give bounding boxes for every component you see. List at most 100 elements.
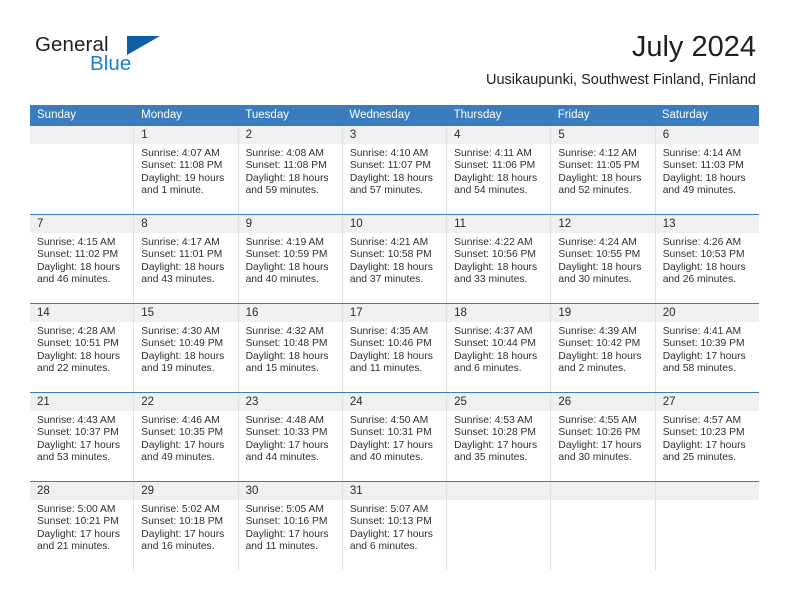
day-number-bar: 6	[655, 126, 759, 144]
sunset-text: Sunset: 11:03 PM	[662, 160, 744, 172]
calendar-day-cell-empty	[447, 482, 552, 570]
calendar-day-cell[interactable]: 5 Sunrise: 4:12 AM Sunset: 11:05 PM Dayligh…	[551, 126, 656, 214]
day-number: 22	[141, 396, 155, 408]
title-block: July 2024 Uusikaupunki, Southwest Finlan…	[486, 30, 756, 90]
sunrise-text: Sunrise: 4:39 AM	[558, 326, 637, 337]
calendar-day-cell[interactable]: 21 Sunrise: 4:43 AM Sunset: 10:37 PM Daylig…	[30, 393, 135, 481]
day-number: 17	[349, 307, 363, 319]
daylight-text: Daylight: 18 hours and 6 minutes.	[454, 350, 538, 375]
calendar-day-cell[interactable]: 29 Sunrise: 5:02 AM Sunset: 10:18 PM Daylig…	[134, 482, 239, 570]
daylight-text: Daylight: 18 hours and 30 minutes.	[558, 261, 642, 286]
day-number-bar: 26	[551, 393, 655, 411]
calendar-day-cell[interactable]: 13 Sunrise: 4:26 AM Sunset: 10:53 PM Daylig…	[655, 215, 759, 303]
calendar-day-cell[interactable]: 31 Sunrise: 5:07 AM Sunset: 10:13 PM Daylig…	[342, 482, 448, 570]
day-info: Sunrise: 4:07 AM Sunset: 11:08 PM Daylight…	[134, 144, 237, 198]
day-number-bar: 4	[447, 126, 551, 144]
day-info: Sunrise: 4:35 AM Sunset: 10:46 PM Daylight…	[343, 322, 446, 376]
sunrise-text: Sunrise: 4:15 AM	[37, 237, 116, 248]
day-number-bar: 13	[655, 215, 759, 233]
sunrise-text: Sunrise: 4:07 AM	[141, 148, 220, 159]
calendar-day-cell[interactable]: 23 Sunrise: 4:48 AM Sunset: 10:33 PM Daylig…	[238, 393, 343, 481]
day-info: Sunrise: 4:17 AM Sunset: 11:01 PM Daylight…	[134, 233, 237, 287]
day-number-bar: 15	[134, 304, 238, 322]
calendar-day-cell[interactable]: 19 Sunrise: 4:39 AM Sunset: 10:42 PM Daylig…	[551, 304, 656, 392]
calendar-day-cell[interactable]: 20 Sunrise: 4:41 AM Sunset: 10:39 PM Daylig…	[655, 304, 759, 392]
calendar-day-cell[interactable]: 22 Sunrise: 4:46 AM Sunset: 10:35 PM Daylig…	[134, 393, 239, 481]
day-number: 24	[349, 396, 363, 408]
day-number-bar: 2	[238, 126, 342, 144]
calendar-day-cell[interactable]: 26 Sunrise: 4:55 AM Sunset: 10:26 PM Daylig…	[551, 393, 656, 481]
page-header: General Blue July 2024 Uusikaupunki, Sou…	[0, 0, 792, 96]
daylight-text: Daylight: 18 hours and 57 minutes.	[349, 172, 433, 197]
calendar-day-cell[interactable]: 14 Sunrise: 4:28 AM Sunset: 10:51 PM Daylig…	[30, 304, 135, 392]
sunrise-text: Sunrise: 4:48 AM	[245, 415, 324, 426]
day-info: Sunrise: 5:02 AM Sunset: 10:18 PM Daylight…	[134, 500, 237, 554]
calendar-day-cell[interactable]: 28 Sunrise: 5:00 AM Sunset: 10:21 PM Daylig…	[30, 482, 135, 570]
day-info: Sunrise: 4:41 AM Sunset: 10:39 PM Daylight…	[656, 322, 759, 376]
day-info: Sunrise: 5:07 AM Sunset: 10:13 PM Daylight…	[343, 500, 446, 554]
day-number-bar: 10	[342, 215, 447, 233]
calendar-day-cell[interactable]: 3 Sunrise: 4:10 AM Sunset: 11:07 PM Dayligh…	[342, 126, 448, 214]
day-number-bar: 19	[551, 304, 655, 322]
day-number-bar: 29	[134, 482, 238, 500]
day-info: Sunrise: 4:32 AM Sunset: 10:48 PM Daylight…	[239, 322, 342, 376]
day-number: 11	[454, 218, 467, 230]
flag-triangle-icon	[127, 36, 160, 55]
sunset-text: Sunset: 10:53 PM	[662, 249, 745, 261]
calendar-day-cell[interactable]: 9 Sunrise: 4:19 AM Sunset: 10:59 PM Dayligh…	[238, 215, 343, 303]
calendar-day-cell[interactable]: 6 Sunrise: 4:14 AM Sunset: 11:03 PM Dayligh…	[655, 126, 759, 214]
day-number: 29	[141, 485, 155, 497]
calendar-day-cell[interactable]: 25 Sunrise: 4:53 AM Sunset: 10:28 PM Daylig…	[447, 393, 552, 481]
day-info: Sunrise: 4:55 AM Sunset: 10:26 PM Daylight…	[551, 411, 654, 465]
day-number-bar: 18	[447, 304, 551, 322]
sunset-text: Sunset: 10:26 PM	[558, 427, 641, 439]
calendar-day-cell[interactable]: 30 Sunrise: 5:05 AM Sunset: 10:16 PM Daylig…	[238, 482, 343, 570]
calendar-day-cell[interactable]: 16 Sunrise: 4:32 AM Sunset: 10:48 PM Daylig…	[238, 304, 343, 392]
sunrise-text: Sunrise: 5:05 AM	[245, 504, 324, 515]
sunset-text: Sunset: 10:28 PM	[454, 427, 536, 439]
calendar-day-cell[interactable]: 8 Sunrise: 4:17 AM Sunset: 11:01 PM Dayligh…	[134, 215, 239, 303]
calendar-day-cell[interactable]: 2 Sunrise: 4:08 AM Sunset: 11:08 PM Dayligh…	[238, 126, 343, 214]
sunrise-text: Sunrise: 5:02 AM	[141, 504, 220, 515]
calendar-day-cell[interactable]: 15 Sunrise: 4:30 AM Sunset: 10:49 PM Daylig…	[134, 304, 239, 392]
calendar-day-cell[interactable]: 11 Sunrise: 4:22 AM Sunset: 10:56 PM Daylig…	[447, 215, 552, 303]
calendar-day-cell[interactable]: 18 Sunrise: 4:37 AM Sunset: 10:44 PM Daylig…	[447, 304, 552, 392]
calendar-day-cell[interactable]: 7 Sunrise: 4:15 AM Sunset: 11:02 PM Dayligh…	[30, 215, 135, 303]
daylight-text: Daylight: 17 hours and 53 minutes.	[37, 439, 120, 464]
daylight-text: Daylight: 18 hours and 37 minutes.	[349, 261, 433, 286]
day-info: Sunrise: 4:37 AM Sunset: 10:44 PM Daylight…	[447, 322, 550, 376]
calendar-day-cell[interactable]: 4 Sunrise: 4:11 AM Sunset: 11:06 PM Dayligh…	[447, 126, 552, 214]
calendar-day-cell[interactable]: 12 Sunrise: 4:24 AM Sunset: 10:55 PM Daylig…	[551, 215, 656, 303]
calendar-week-row: 1 Sunrise: 4:07 AM Sunset: 11:08 PM Dayligh…	[30, 126, 759, 214]
calendar-day-cell[interactable]: 17 Sunrise: 4:35 AM Sunset: 10:46 PM Daylig…	[342, 304, 448, 392]
day-number-bar: 5	[551, 126, 655, 144]
day-number: 3	[349, 129, 357, 141]
dow-thursday: Thursday	[453, 109, 502, 121]
day-info: Sunrise: 4:11 AM Sunset: 11:06 PM Daylight…	[447, 144, 550, 198]
sunset-text: Sunset: 11:06 PM	[454, 160, 536, 172]
day-number: 20	[662, 307, 676, 319]
sunset-text: Sunset: 10:46 PM	[349, 338, 432, 350]
daylight-text: Daylight: 17 hours and 40 minutes.	[349, 439, 433, 464]
sunrise-text: Sunrise: 4:37 AM	[454, 326, 533, 337]
sunrise-text: Sunrise: 4:19 AM	[245, 237, 324, 248]
sunset-text: Sunset: 10:23 PM	[662, 427, 745, 439]
calendar-day-cell[interactable]: 10 Sunrise: 4:21 AM Sunset: 10:58 PM Daylig…	[342, 215, 448, 303]
daylight-text: Daylight: 17 hours and 16 minutes.	[141, 528, 225, 553]
sunrise-text: Sunrise: 4:26 AM	[662, 237, 742, 248]
day-number-bar	[30, 126, 134, 144]
day-info: Sunrise: 4:26 AM Sunset: 10:53 PM Daylight…	[656, 233, 759, 287]
day-number: 31	[349, 485, 363, 497]
daylight-text: Daylight: 17 hours and 44 minutes.	[245, 439, 329, 464]
daylight-text: Daylight: 17 hours and 58 minutes.	[662, 350, 746, 375]
sunrise-text: Sunrise: 4:57 AM	[662, 415, 742, 426]
daylight-text: Daylight: 18 hours and 15 minutes.	[245, 350, 329, 375]
daylight-text: Daylight: 18 hours and 40 minutes.	[245, 261, 329, 286]
sunset-text: Sunset: 10:21 PM	[37, 516, 119, 528]
calendar-day-cell[interactable]: 24 Sunrise: 4:50 AM Sunset: 10:31 PM Daylig…	[342, 393, 448, 481]
calendar-day-cell[interactable]: 27 Sunrise: 4:57 AM Sunset: 10:23 PM Daylig…	[655, 393, 759, 481]
calendar-day-cell[interactable]: 1 Sunrise: 4:07 AM Sunset: 11:08 PM Dayligh…	[134, 126, 239, 214]
daylight-text: Daylight: 17 hours and 30 minutes.	[558, 439, 642, 464]
sunset-text: Sunset: 10:51 PM	[37, 338, 119, 350]
day-info: Sunrise: 4:14 AM Sunset: 11:03 PM Daylight…	[656, 144, 759, 198]
